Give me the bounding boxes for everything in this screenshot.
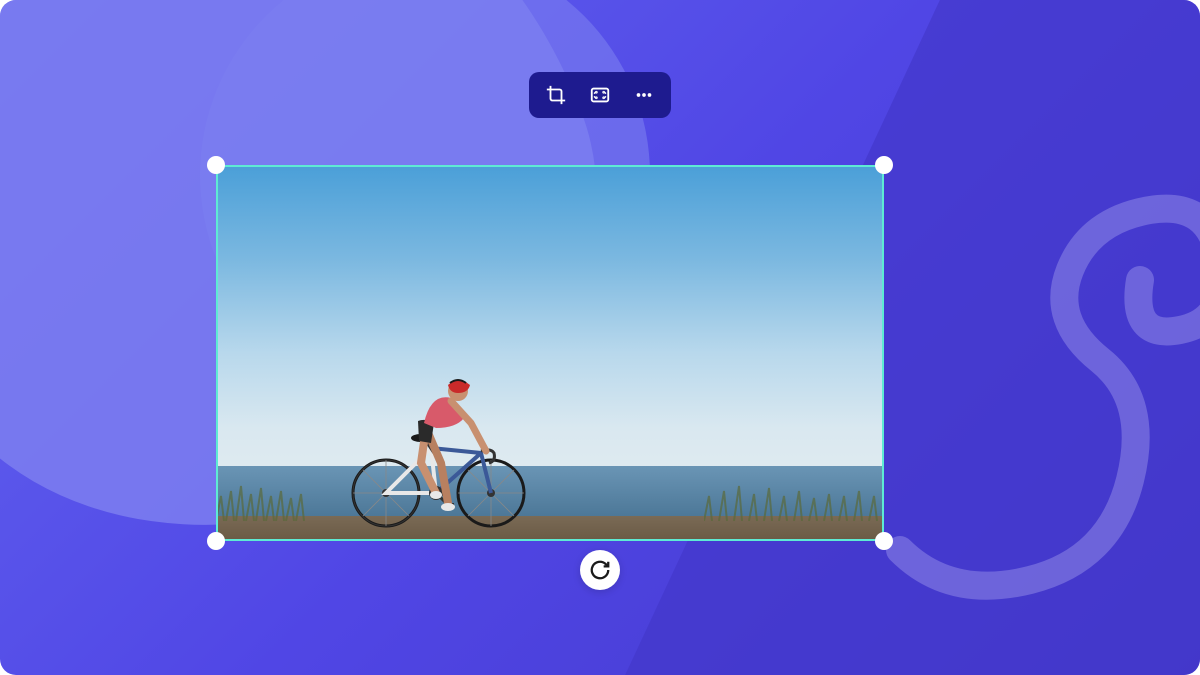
expand-icon: [589, 84, 611, 106]
bg-scribble-decoration: [850, 100, 1200, 650]
selected-image-frame[interactable]: [216, 165, 884, 541]
resize-handle-bottom-left[interactable]: [207, 532, 225, 550]
image-toolbar: [529, 72, 671, 118]
rotate-icon: [589, 559, 611, 581]
vegetation-left: [216, 476, 306, 521]
cyclist-figure: [336, 333, 536, 533]
image-content: [216, 165, 884, 541]
expand-button[interactable]: [587, 82, 613, 108]
canvas-background: [0, 0, 1200, 675]
more-options-button[interactable]: [631, 82, 657, 108]
crop-icon: [545, 84, 567, 106]
resize-handle-bottom-right[interactable]: [875, 532, 893, 550]
resize-handle-top-right[interactable]: [875, 156, 893, 174]
vegetation-right: [704, 476, 884, 521]
more-horizontal-icon: [633, 84, 655, 106]
resize-handle-top-left[interactable]: [207, 156, 225, 174]
rotate-button[interactable]: [580, 550, 620, 590]
crop-button[interactable]: [543, 82, 569, 108]
